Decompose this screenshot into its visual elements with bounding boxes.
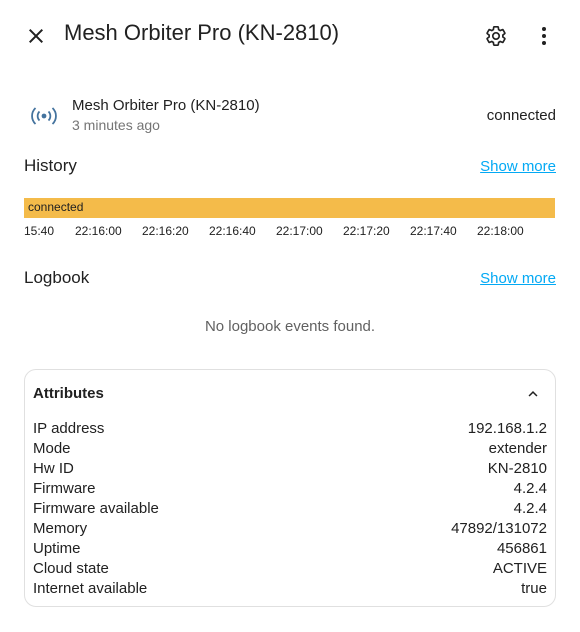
attribute-row: Cloud state ACTIVE — [33, 558, 547, 578]
entity-state: connected — [486, 107, 556, 124]
logbook-show-more-link[interactable]: Show more — [480, 270, 556, 287]
more-options-button[interactable] — [524, 16, 564, 56]
attribute-value: 456861 — [496, 539, 547, 557]
history-timeline-bar[interactable]: connected — [24, 198, 555, 218]
history-show-more-link[interactable]: Show more — [480, 158, 556, 175]
attribute-key: Hw ID — [33, 459, 74, 477]
axis-tick: 22:17:40 — [410, 224, 457, 238]
more-vertical-icon — [542, 27, 546, 45]
dialog-title: Mesh Orbiter Pro (KN-2810) — [64, 20, 340, 45]
attribute-row: Uptime 456861 — [33, 538, 547, 558]
attribute-value: 192.168.1.2 — [467, 419, 547, 437]
attributes-title: Attributes — [33, 385, 104, 402]
attribute-row: Internet available true — [33, 578, 547, 598]
attribute-key: Firmware — [33, 479, 96, 497]
attribute-value: extender — [488, 439, 547, 457]
axis-tick: 15:40 — [24, 224, 55, 238]
dialog-header: Mesh Orbiter Pro (KN-2810) — [0, 0, 580, 72]
attributes-list: IP address 192.168.1.2 Mode extender Hw ID… — [33, 418, 547, 598]
attributes-collapse-button[interactable] — [521, 382, 545, 406]
attribute-row: IP address 192.168.1.2 — [33, 418, 547, 438]
more-info-dialog: Mesh Orbiter Pro (KN-2810) Mesh Orbiter … — [0, 0, 580, 632]
attribute-value: ACTIVE — [492, 559, 547, 577]
axis-tick: 22:17:20 — [343, 224, 390, 238]
axis-tick: 22:17:00 — [276, 224, 323, 238]
attribute-row: Mode extender — [33, 438, 547, 458]
attribute-key: Uptime — [33, 539, 81, 557]
attribute-value: 47892/131072 — [451, 519, 547, 537]
history-title: History — [24, 156, 77, 175]
entity-state-row: Mesh Orbiter Pro (KN-2810) 3 minutes ago… — [24, 94, 556, 138]
attribute-key: Internet available — [33, 579, 148, 597]
timeline-state-label: connected — [28, 200, 84, 214]
attribute-key: Firmware available — [33, 499, 159, 517]
axis-tick: 22:16:00 — [75, 224, 122, 238]
axis-tick: 22:18:00 — [477, 224, 524, 238]
attribute-key: IP address — [33, 419, 105, 437]
gear-icon — [486, 26, 506, 46]
attribute-value: true — [521, 579, 547, 597]
attribute-row: Firmware available 4.2.4 — [33, 498, 547, 518]
attribute-key: Mode — [33, 439, 71, 457]
attribute-row: Memory 47892/131072 — [33, 518, 547, 538]
attribute-key: Cloud state — [33, 559, 109, 577]
attribute-key: Memory — [33, 519, 88, 537]
close-icon — [29, 29, 43, 43]
attribute-value: 4.2.4 — [513, 479, 547, 497]
attribute-row: Hw ID KN-2810 — [33, 458, 547, 478]
timeline-axis: 15:40 22:16:00 22:16:20 22:16:40 22:17:0… — [0, 224, 580, 240]
logbook-title: Logbook — [24, 268, 90, 287]
chevron-up-icon — [528, 391, 538, 397]
attribute-value: KN-2810 — [487, 459, 547, 477]
close-button[interactable] — [16, 16, 56, 56]
broadcast-icon — [31, 107, 57, 125]
entity-name: Mesh Orbiter Pro (KN-2810) — [72, 97, 260, 114]
attribute-row: Firmware 4.2.4 — [33, 478, 547, 498]
entity-last-changed: 3 minutes ago — [72, 117, 160, 133]
axis-tick: 22:16:20 — [142, 224, 189, 238]
axis-tick: 22:16:40 — [209, 224, 256, 238]
logbook-empty-message: No logbook events found. — [204, 318, 376, 335]
settings-button[interactable] — [476, 16, 516, 56]
attribute-value: 4.2.4 — [513, 499, 547, 517]
attributes-panel: Attributes IP address 192.168.1.2 Mode ext… — [24, 369, 556, 607]
